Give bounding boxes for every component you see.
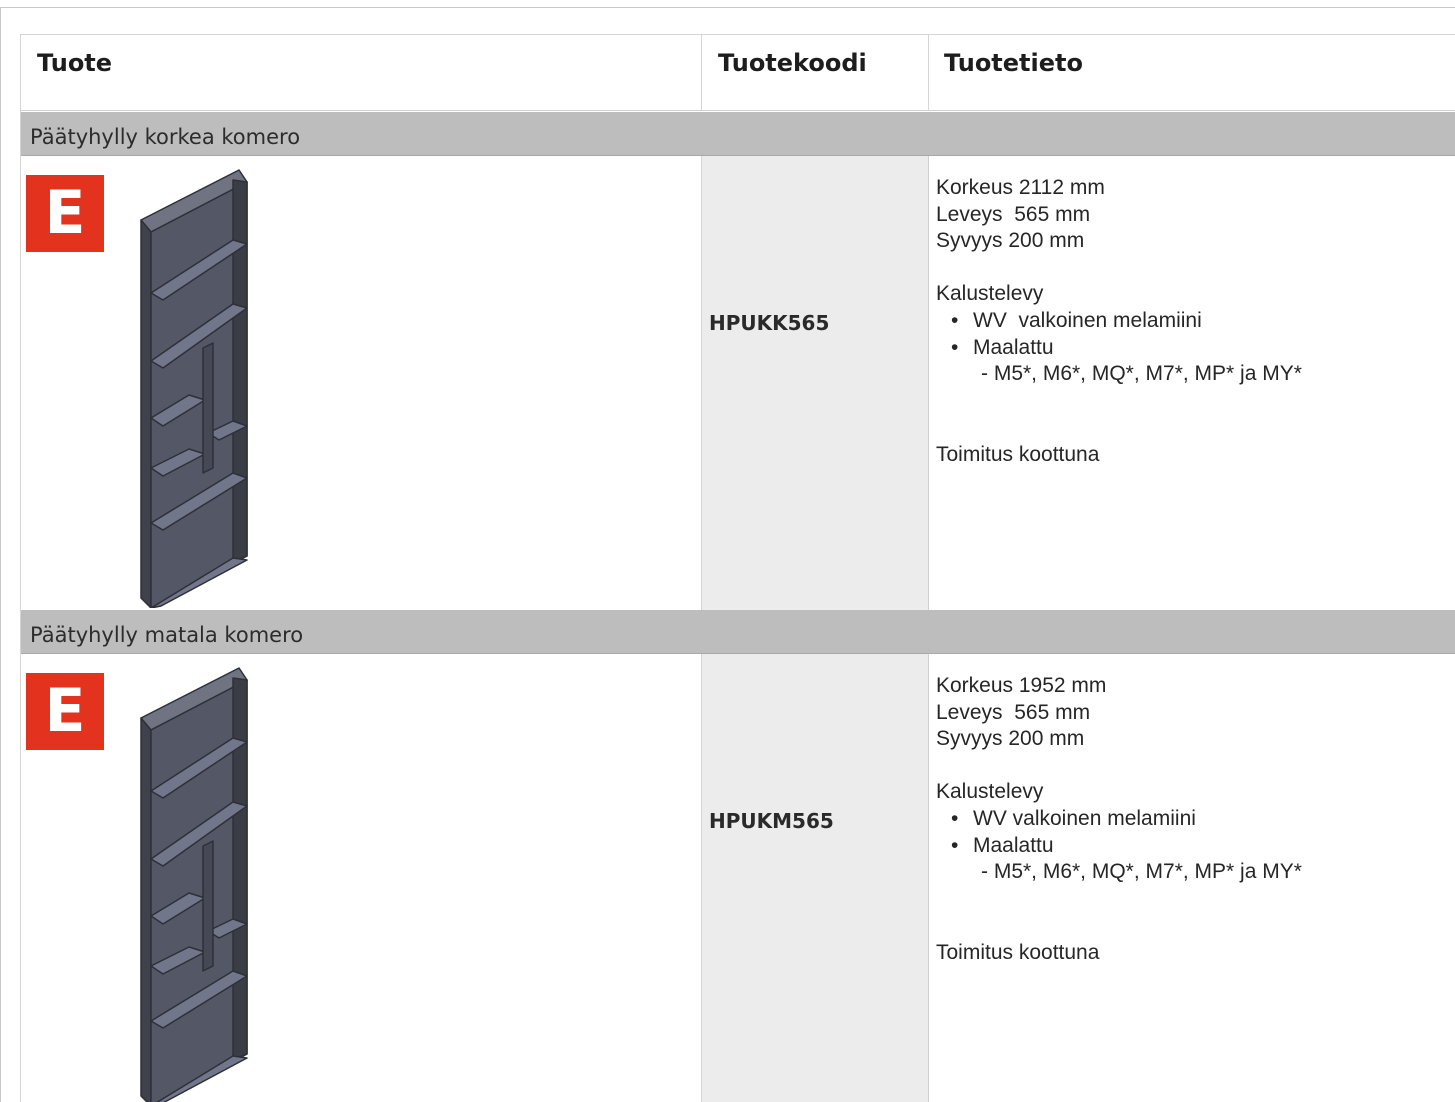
finish-codes: - M5*, M6*, MQ*, M7*, MP* ja MY* <box>981 860 1302 884</box>
bullet-label: WV valkoinen melamiini <box>973 308 1202 332</box>
product-code-cell: HPUKK565 <box>702 156 929 610</box>
product-info-cell: Korkeus 2112 mm Leveys 565 mm Syvyys 200… <box>929 156 1455 610</box>
material-title: Kalustelevy <box>936 780 1044 804</box>
bullet-label: WV valkoinen melamiini <box>973 806 1196 830</box>
product-table: Tuote Tuotekoodi Tuotetieto Päätyhylly k… <box>20 34 1455 1102</box>
e-badge: E <box>26 673 104 750</box>
height-text: Korkeus 2112 mm <box>936 176 1105 199</box>
table-header: Tuote Tuotekoodi Tuotetieto <box>21 35 1455 111</box>
bullet-item: • Maalattu <box>951 833 1054 857</box>
width-text: Leveys 565 mm <box>936 700 1091 724</box>
product-section: Päätyhylly korkea komero E HPUKK565 Kork… <box>21 112 1455 610</box>
depth-text: Syvyys 200 mm <box>936 727 1085 751</box>
height-text: Korkeus 1952 mm <box>936 674 1107 697</box>
product-section: Päätyhylly matala komero E HPUKM565 Kork… <box>21 610 1455 1102</box>
product-info: Korkeus 1952 mm Leveys 565 mm Syvyys 200… <box>936 673 1446 966</box>
header-product: Tuote <box>21 35 702 111</box>
product-info-cell: Korkeus 1952 mm Leveys 565 mm Syvyys 200… <box>929 654 1455 1102</box>
e-badge: E <box>26 175 104 252</box>
bullet-item: • WV valkoinen melamiini <box>951 806 1196 830</box>
width-text: Leveys 565 mm <box>936 202 1091 226</box>
bullet-item: • Maalattu <box>951 335 1054 359</box>
bullet-label: Maalattu <box>973 335 1054 359</box>
delivery-text: Toimitus koottuna <box>936 442 1100 466</box>
header-product-code: Tuotekoodi <box>702 35 929 111</box>
product-info: Korkeus 2112 mm Leveys 565 mm Syvyys 200… <box>936 175 1446 468</box>
depth-text: Syvyys 200 mm <box>936 229 1085 253</box>
material-title: Kalustelevy <box>936 282 1044 306</box>
bullet-label: Maalattu <box>973 833 1054 857</box>
shelf-unit-icon <box>140 667 248 1102</box>
delivery-text: Toimitus koottuna <box>936 940 1100 964</box>
product-image-cell: E <box>21 156 702 610</box>
product-image-cell: E <box>21 654 702 1102</box>
product-code-cell: HPUKM565 <box>702 654 929 1102</box>
product-code: HPUKK565 <box>709 311 830 335</box>
section-title: Päätyhylly korkea komero <box>21 112 1455 156</box>
bullet-item: • WV valkoinen melamiini <box>951 308 1202 332</box>
shelf-unit-icon <box>140 169 248 608</box>
finish-codes: - M5*, M6*, MQ*, M7*, MP* ja MY* <box>981 362 1302 386</box>
product-code: HPUKM565 <box>709 809 834 833</box>
header-product-info: Tuotetieto <box>944 49 1083 77</box>
section-title: Päätyhylly matala komero <box>21 610 1455 654</box>
